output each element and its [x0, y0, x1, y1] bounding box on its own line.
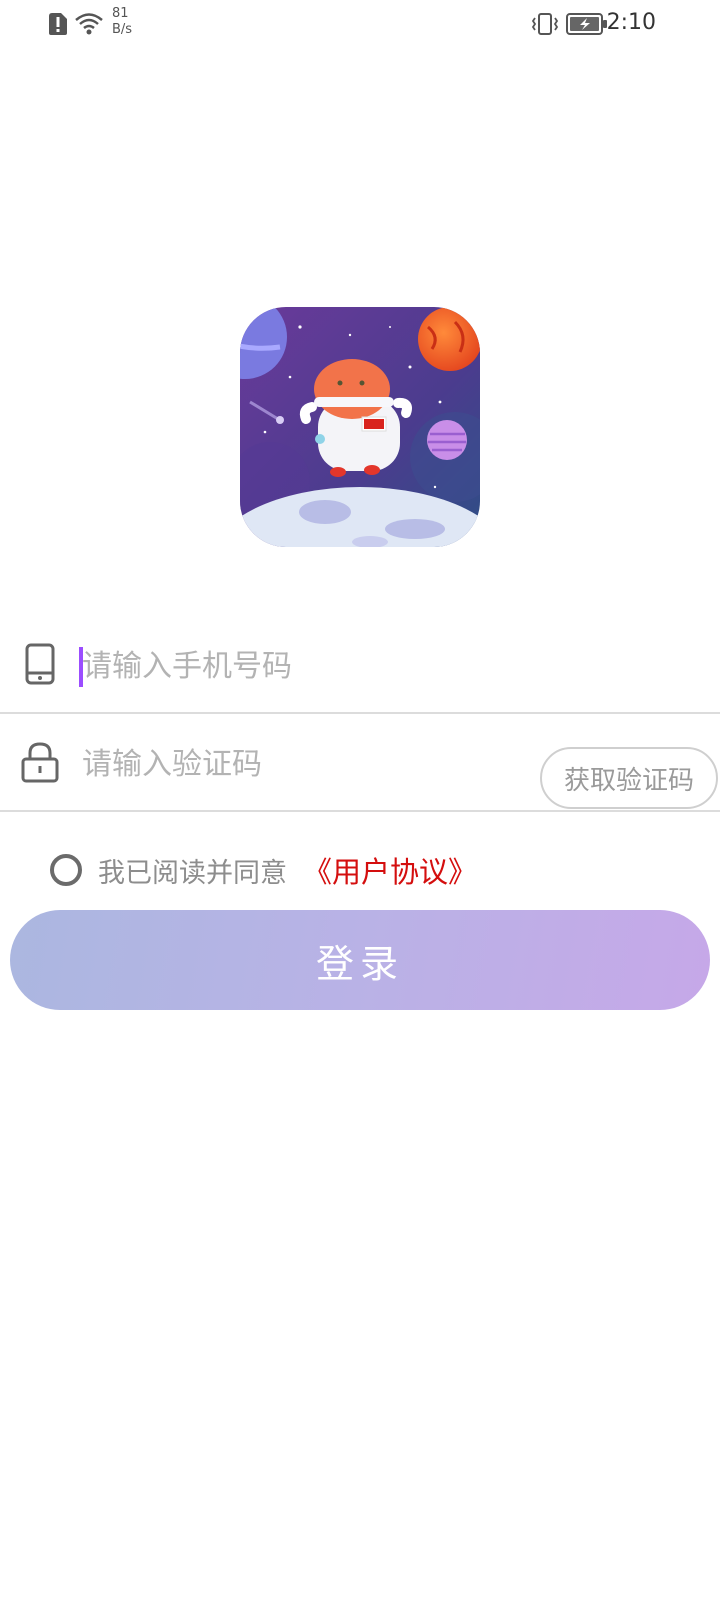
status-bar: 81 B/s 2:10	[0, 0, 720, 50]
agreement-row: 我已阅读并同意 《用户协议》	[50, 850, 477, 890]
login-button[interactable]: 登录	[10, 910, 710, 1010]
wifi-icon	[75, 13, 103, 35]
battery-charging-icon	[566, 13, 607, 35]
clock: 2:10	[606, 10, 656, 35]
network-speed-value: 81	[112, 6, 129, 21]
app-logo	[240, 307, 480, 547]
get-code-button[interactable]: 获取验证码	[540, 747, 718, 809]
sim-alert-icon	[49, 13, 67, 35]
vibrate-icon	[531, 13, 559, 35]
user-agreement-link[interactable]: 《用户协议》	[303, 849, 477, 891]
mobile-phone-icon	[25, 643, 55, 685]
astronaut-logo-image	[240, 307, 480, 547]
network-speed-unit: B/s	[112, 22, 133, 37]
phone-input[interactable]	[80, 640, 524, 692]
agreement-radio[interactable]	[50, 854, 82, 886]
phone-row	[0, 616, 720, 714]
agreement-text: 我已阅读并同意	[98, 857, 287, 889]
network-speed: 81 B/s	[112, 6, 132, 38]
divider	[0, 810, 720, 812]
verification-code-input[interactable]	[80, 738, 524, 790]
lock-icon	[21, 742, 59, 783]
